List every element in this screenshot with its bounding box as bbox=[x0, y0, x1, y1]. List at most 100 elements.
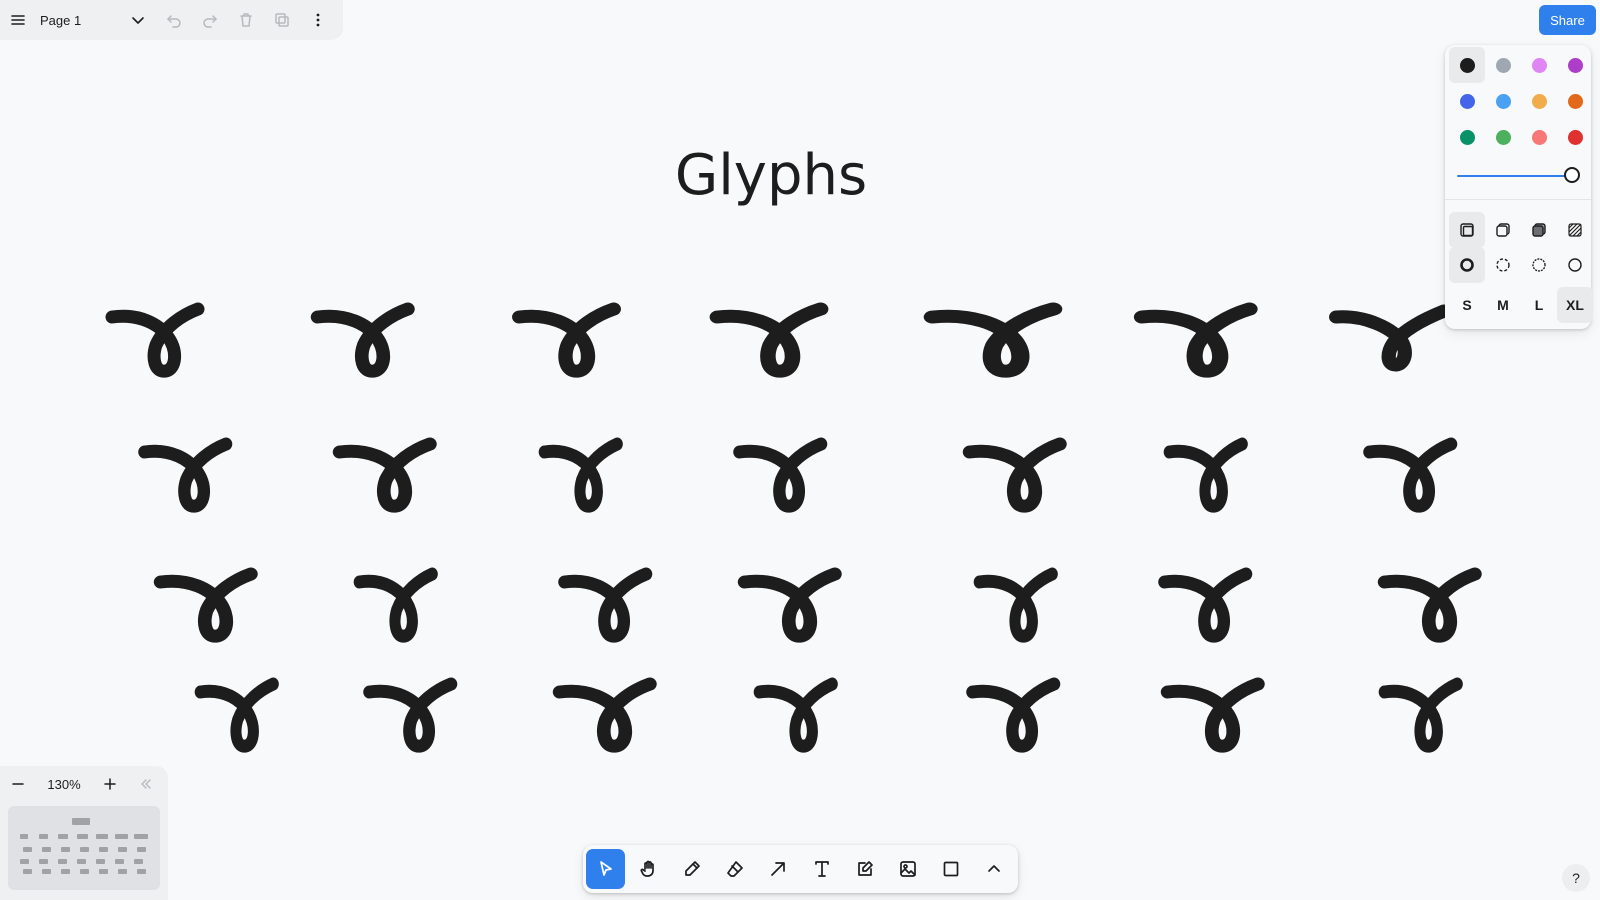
glyph-stroke[interactable] bbox=[353, 567, 438, 643]
glyph-stroke[interactable] bbox=[737, 567, 842, 643]
zoom-in-icon[interactable] bbox=[92, 766, 128, 802]
select-icon[interactable] bbox=[586, 849, 626, 889]
help-button[interactable]: ? bbox=[1562, 864, 1590, 892]
glyph-stroke[interactable] bbox=[538, 437, 623, 513]
glyph-stroke[interactable] bbox=[1133, 302, 1258, 378]
size-m-button[interactable]: M bbox=[1485, 287, 1521, 323]
color-swatch[interactable] bbox=[1449, 83, 1485, 119]
minimap-thumb bbox=[77, 859, 86, 864]
color-swatch[interactable] bbox=[1485, 119, 1521, 155]
minimap-thumb bbox=[23, 847, 32, 852]
color-swatch[interactable] bbox=[1449, 119, 1485, 155]
fill-none-icon[interactable] bbox=[1449, 212, 1485, 248]
glyph-stroke[interactable] bbox=[310, 302, 415, 378]
glyph-path bbox=[558, 567, 653, 643]
image-icon[interactable] bbox=[888, 849, 927, 889]
color-dot bbox=[1531, 129, 1547, 145]
glyph-path bbox=[1163, 437, 1248, 513]
glyph-stroke[interactable] bbox=[1163, 437, 1248, 513]
glyph-stroke[interactable] bbox=[153, 567, 258, 643]
glyph-path bbox=[105, 302, 205, 378]
glyph-stroke[interactable] bbox=[332, 437, 437, 513]
dash-dotted-icon[interactable] bbox=[1521, 247, 1557, 283]
glyph-stroke[interactable] bbox=[1377, 567, 1482, 643]
hand-icon[interactable] bbox=[629, 849, 668, 889]
glyph-stroke[interactable] bbox=[962, 437, 1067, 513]
minimap-thumb bbox=[80, 847, 89, 852]
color-dot bbox=[1567, 57, 1583, 73]
color-swatch[interactable] bbox=[1521, 47, 1557, 83]
color-swatch[interactable] bbox=[1485, 47, 1521, 83]
glyph-stroke[interactable] bbox=[966, 677, 1061, 753]
fill-solid-icon[interactable] bbox=[1521, 212, 1557, 248]
glyph-stroke[interactable] bbox=[138, 437, 233, 513]
minimap-thumb bbox=[77, 834, 88, 839]
glyph-stroke[interactable] bbox=[512, 302, 621, 378]
dash-dashed-icon[interactable] bbox=[1485, 247, 1521, 283]
rectangle-icon[interactable] bbox=[932, 849, 971, 889]
minimap-thumb bbox=[39, 859, 48, 864]
color-swatch[interactable] bbox=[1485, 83, 1521, 119]
glyph-path bbox=[962, 437, 1067, 513]
dash-solid-icon[interactable] bbox=[1557, 247, 1593, 283]
note-icon[interactable] bbox=[845, 849, 884, 889]
glyph-stroke[interactable] bbox=[1329, 304, 1452, 372]
opacity-slider-thumb[interactable] bbox=[1564, 167, 1580, 183]
glyph-stroke[interactable] bbox=[194, 677, 279, 753]
dash-options bbox=[1449, 247, 1593, 283]
minimap-thumb bbox=[134, 859, 143, 864]
arrow-icon[interactable] bbox=[759, 849, 798, 889]
minimap-thumb bbox=[96, 834, 108, 839]
color-swatch[interactable] bbox=[1557, 119, 1593, 155]
zoom-level[interactable]: 130% bbox=[36, 777, 92, 792]
glyph-path bbox=[709, 302, 829, 378]
glyph-stroke[interactable] bbox=[363, 677, 458, 753]
glyph-stroke[interactable] bbox=[923, 302, 1063, 378]
glyph-stroke[interactable] bbox=[1160, 677, 1265, 753]
glyph-path bbox=[733, 437, 828, 513]
divider bbox=[1445, 199, 1591, 200]
zoom-out-icon[interactable] bbox=[0, 766, 36, 802]
dash-draw-icon[interactable] bbox=[1449, 247, 1485, 283]
color-swatch[interactable] bbox=[1521, 83, 1557, 119]
color-dot bbox=[1567, 129, 1583, 145]
chevron-up-icon[interactable] bbox=[975, 849, 1014, 889]
minimap[interactable] bbox=[8, 806, 160, 890]
color-swatch[interactable] bbox=[1521, 119, 1557, 155]
glyph-path bbox=[512, 302, 621, 378]
glyph-stroke[interactable] bbox=[709, 302, 829, 378]
eraser-icon[interactable] bbox=[716, 849, 755, 889]
fill-semi-icon[interactable] bbox=[1485, 212, 1521, 248]
glyph-stroke[interactable] bbox=[1158, 567, 1253, 643]
glyph-path bbox=[973, 567, 1058, 643]
glyph-path bbox=[1363, 437, 1458, 513]
color-swatch[interactable] bbox=[1557, 83, 1593, 119]
glyph-path bbox=[1133, 302, 1258, 378]
glyph-path bbox=[753, 677, 838, 753]
collapse-minimap-icon[interactable] bbox=[128, 766, 164, 802]
glyph-stroke[interactable] bbox=[105, 302, 205, 378]
glyph-stroke[interactable] bbox=[973, 567, 1058, 643]
size-xl-button[interactable]: XL bbox=[1557, 287, 1593, 323]
minimap-thumb bbox=[115, 859, 124, 864]
size-l-button[interactable]: L bbox=[1521, 287, 1557, 323]
opacity-slider-track[interactable] bbox=[1457, 175, 1571, 177]
glyph-stroke[interactable] bbox=[558, 567, 653, 643]
fill-pattern-icon[interactable] bbox=[1557, 212, 1593, 248]
glyph-path bbox=[363, 677, 458, 753]
color-swatch[interactable] bbox=[1557, 47, 1593, 83]
minimap-thumb bbox=[115, 834, 128, 839]
text-icon[interactable] bbox=[802, 849, 841, 889]
glyph-stroke[interactable] bbox=[1378, 677, 1463, 753]
color-dot bbox=[1495, 93, 1511, 109]
color-dot bbox=[1495, 57, 1511, 73]
glyph-stroke[interactable] bbox=[1363, 437, 1458, 513]
glyph-stroke[interactable] bbox=[733, 437, 828, 513]
size-s-button[interactable]: S bbox=[1449, 287, 1485, 323]
glyph-stroke[interactable] bbox=[753, 677, 838, 753]
draw-icon[interactable] bbox=[672, 849, 711, 889]
glyph-stroke[interactable] bbox=[552, 677, 657, 753]
color-swatch[interactable] bbox=[1449, 47, 1485, 83]
minimap-thumb bbox=[134, 834, 148, 839]
minimap-thumb bbox=[61, 847, 70, 852]
